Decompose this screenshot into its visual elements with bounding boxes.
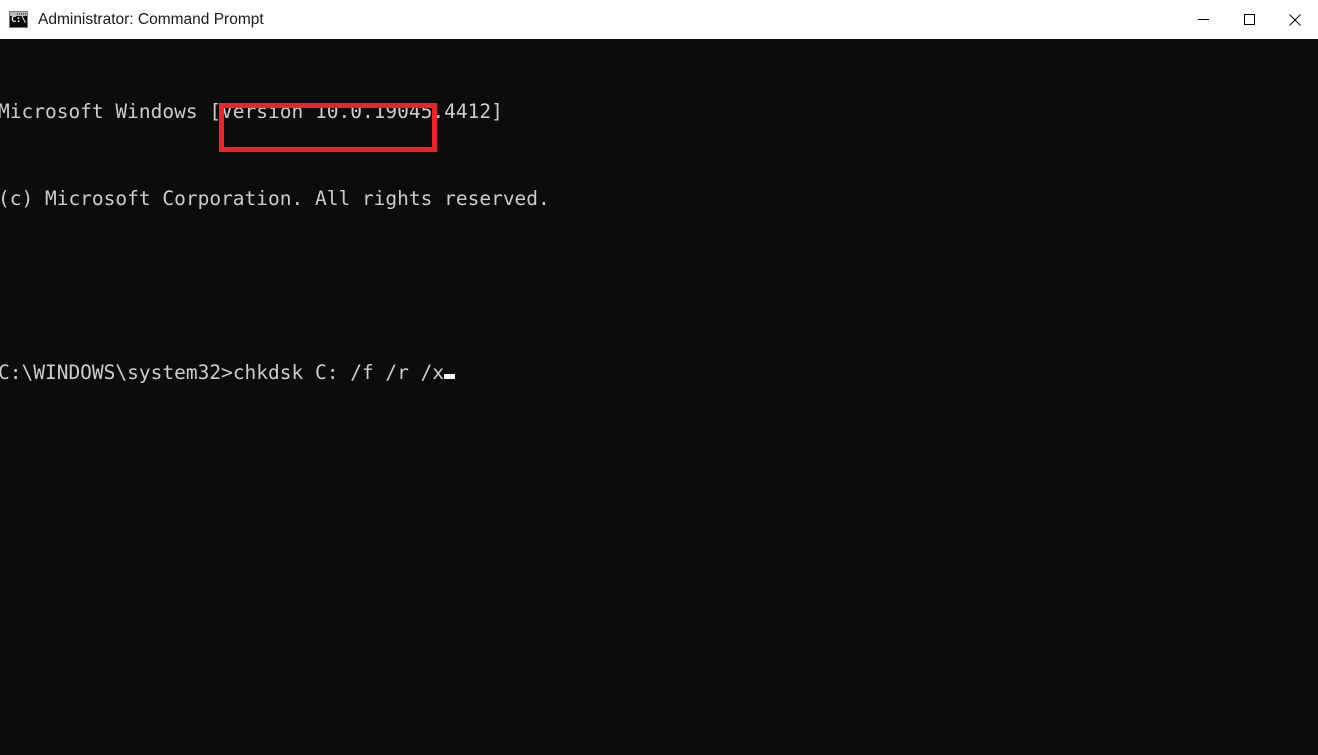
text-cursor	[444, 374, 456, 379]
minimize-button[interactable]	[1180, 0, 1226, 39]
window-controls	[1180, 0, 1318, 39]
minimize-icon	[1197, 19, 1209, 20]
prompt-path: C:\WINDOWS\system32>	[0, 361, 233, 384]
window-title: Administrator: Command Prompt	[38, 11, 264, 28]
titlebar[interactable]: C:\ Administrator: Command Prompt	[0, 0, 1318, 39]
close-button[interactable]	[1272, 0, 1318, 39]
console-text: Microsoft Windows [Version 10.0.19045.44…	[0, 39, 550, 445]
maximize-icon	[1243, 14, 1255, 25]
console-prompt-line: C:\WINDOWS\system32>chkdsk C: /f /r /x	[0, 358, 550, 387]
maximize-button[interactable]	[1226, 0, 1272, 39]
console-line-copyright: (c) Microsoft Corporation. All rights re…	[0, 187, 550, 210]
close-icon	[1289, 13, 1301, 26]
console-output-area[interactable]: Microsoft Windows [Version 10.0.19045.44…	[0, 39, 1318, 755]
command-prompt-icon: C:\	[9, 11, 28, 28]
command-prompt-window: C:\ Administrator: Command Prompt Micros…	[0, 0, 1318, 755]
command-input[interactable]: chkdsk C: /f /r /x	[233, 361, 444, 384]
console-line-version: Microsoft Windows [Version 10.0.19045.44…	[0, 100, 503, 123]
icon-prompt-glyph: C:\	[11, 15, 26, 25]
